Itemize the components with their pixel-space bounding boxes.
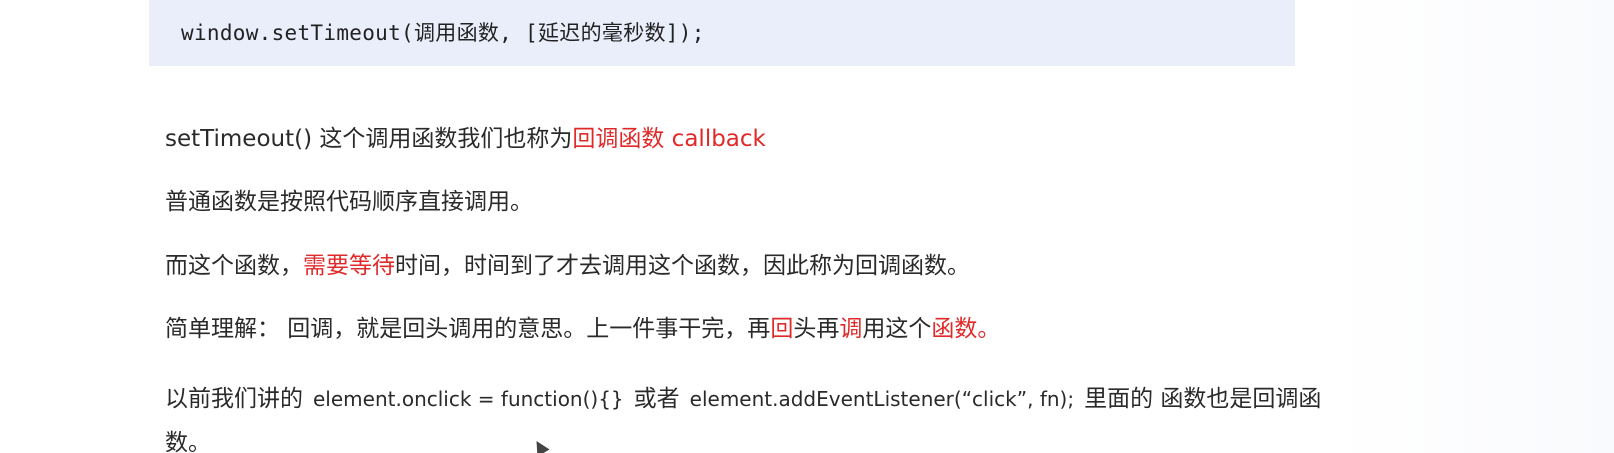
paragraph-prefix: 以前我们讲的: [165, 386, 303, 412]
highlight-text: 需要等待: [303, 253, 395, 279]
inline-code-addeventlistener: element.addEventListener(“click”, fn);: [689, 387, 1075, 411]
highlight-hanshu: 函数。: [931, 316, 1001, 342]
code-line: window.setTimeout(调用函数, [延迟的毫秒数]);: [181, 21, 705, 45]
paragraph-previous-examples: 以前我们讲的 element.onclick = function(){} 或者 el…: [165, 377, 1345, 453]
paragraph-text-mid1: 头再: [793, 316, 840, 342]
paragraph-text-before: 简单理解： 回调，就是回头调用的意思。上一件事干完，再: [165, 316, 771, 342]
highlight-hui: 回: [770, 316, 794, 342]
paragraph-normal-function: 普通函数是按照代码顺序直接调用。: [165, 186, 533, 218]
paragraph-text-mid2: 用这个: [862, 316, 932, 342]
code-block: window.setTimeout(调用函数, [延迟的毫秒数]);: [149, 0, 1295, 66]
paragraph-wait-time: 而这个函数，需要等待时间，时间到了才去调用这个函数，因此称为回调函数。: [165, 250, 970, 282]
paragraph-simple-understanding: 简单理解： 回调，就是回头调用的意思。上一件事干完，再回头再调用这个函数。: [165, 313, 1000, 345]
background-fade: [1330, 0, 1614, 453]
paragraph-text-before: 而这个函数，: [165, 253, 303, 279]
paragraph-text-after: 时间，时间到了才去调用这个函数，因此称为回调函数。: [395, 253, 970, 279]
paragraph-text: setTimeout() 这个调用函数我们也称为: [165, 126, 573, 152]
paragraph-text: 普通函数是按照代码顺序直接调用。: [165, 189, 533, 215]
paragraph-mid: 或者: [633, 386, 680, 412]
paragraph-callback-definition: setTimeout() 这个调用函数我们也称为回调函数 callback: [165, 123, 766, 155]
highlight-text: 回调函数 callback: [572, 126, 766, 152]
highlight-diao: 调: [839, 316, 863, 342]
inline-code-onclick: element.onclick = function(){}: [313, 387, 624, 411]
